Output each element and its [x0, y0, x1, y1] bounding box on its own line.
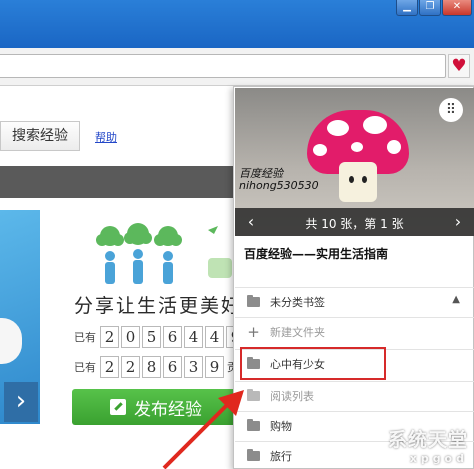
slogan-text: 分享让生活更美好: [74, 295, 243, 317]
help-link[interactable]: 帮助: [95, 129, 117, 145]
bookmark-popup: 百度经验 nihong530530 ⠿ ‹ 共 10 张，第 1 张 › 百度经…: [233, 86, 474, 469]
window-titlebar: ▁ ❐ ✕: [0, 0, 474, 48]
new-folder-item[interactable]: + 新建文件夹: [235, 317, 474, 345]
mushroom-stem: [339, 162, 377, 202]
people-tree-logo: [96, 223, 232, 284]
minimize-button[interactable]: ▁: [396, 0, 418, 16]
bookmark-title: 百度经验——实用生活指南: [244, 247, 389, 261]
folder-icon: [247, 294, 260, 307]
pointer-arrow-annotation: [162, 390, 244, 469]
chevron-right-icon: ›: [15, 386, 27, 416]
folder-uncategorized[interactable]: 未分类书签 ▲: [235, 287, 474, 315]
experience-count: 已有 2 0 5 6 4 4 9 经: [74, 326, 259, 348]
photo-navigation: ‹ 共 10 张，第 1 张 ›: [235, 208, 474, 236]
maximize-button[interactable]: ❐: [419, 0, 441, 16]
heart-icon: ♥: [451, 56, 467, 76]
next-photo-button[interactable]: ›: [446, 208, 470, 236]
window-controls: ▁ ❐ ✕: [395, 0, 472, 16]
site-watermark-logo: 系统天堂 xpgod: [387, 429, 468, 465]
banner-next-button[interactable]: ›: [4, 382, 38, 422]
address-bar: ♥: [0, 48, 474, 86]
grid-view-button[interactable]: ⠿: [439, 98, 463, 122]
search-experience-button[interactable]: 搜索经验: [0, 121, 80, 151]
chevron-up-icon[interactable]: ▲: [452, 294, 460, 305]
highlight-annotation: [240, 347, 386, 380]
grid-icon: ⠿: [445, 102, 457, 118]
plus-icon: +: [247, 322, 260, 341]
favorite-button[interactable]: ♥: [448, 54, 470, 78]
photo-watermark: 百度经验 nihong530530: [239, 167, 319, 192]
close-button[interactable]: ✕: [442, 0, 472, 16]
edit-icon: [110, 399, 126, 415]
folder-reading-list[interactable]: 阅读列表: [235, 381, 474, 409]
photo-counter: 共 10 张，第 1 张: [305, 217, 404, 231]
url-input[interactable]: [0, 54, 446, 78]
